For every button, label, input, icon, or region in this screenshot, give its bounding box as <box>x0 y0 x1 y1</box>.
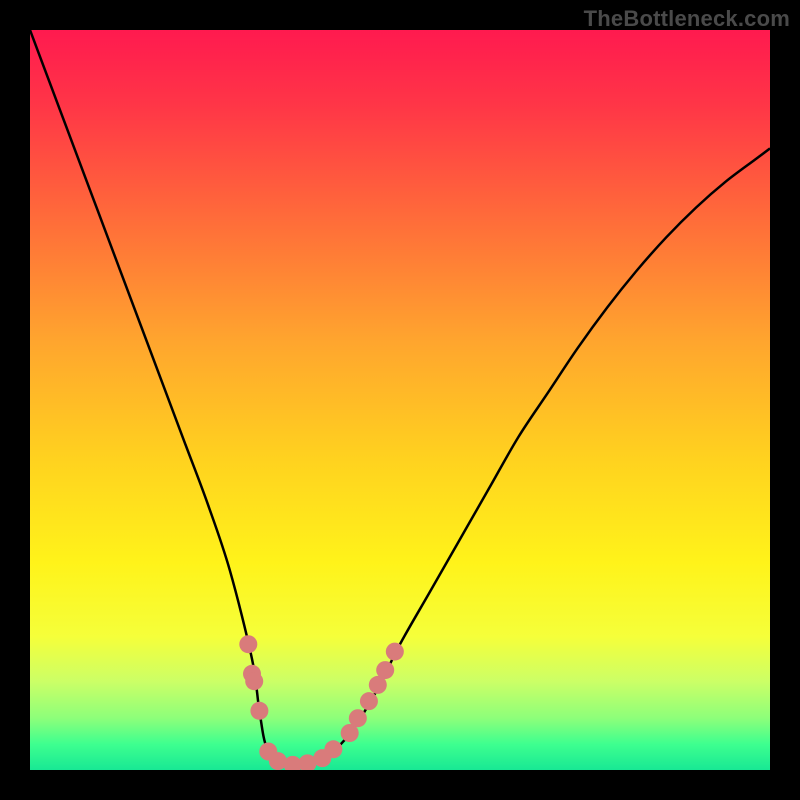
chart-frame: TheBottleneck.com <box>0 0 800 800</box>
chart-svg <box>30 30 770 770</box>
plot-area <box>30 30 770 770</box>
fit-marker <box>360 692 378 710</box>
fit-marker <box>245 672 263 690</box>
fit-marker <box>376 661 394 679</box>
fit-marker <box>386 643 404 661</box>
fit-marker <box>324 740 342 758</box>
fit-marker <box>239 635 257 653</box>
fit-marker <box>250 702 268 720</box>
watermark-text: TheBottleneck.com <box>584 6 790 32</box>
fit-marker <box>349 709 367 727</box>
gradient-background <box>30 30 770 770</box>
